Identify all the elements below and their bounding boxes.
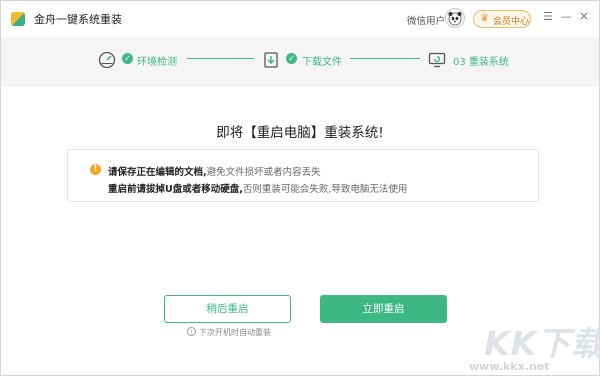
download-icon	[264, 52, 278, 68]
step-1-label: 环境检测	[137, 57, 177, 68]
notice-line-2-bold: 重启前请拔掉U盘或者移动硬盘,	[108, 184, 243, 195]
warning-icon: !	[90, 164, 101, 175]
avatar[interactable]	[445, 8, 465, 28]
app-title: 金舟一键系统重装	[34, 13, 122, 26]
user-name[interactable]: 微信用户	[407, 13, 445, 27]
step-3-label: 03 重装系统	[453, 57, 509, 68]
title-bar: 金舟一键系统重装 微信用户 ♛ 会员中心 ☰ — ✕	[1, 1, 599, 37]
step-1-check-icon: ✓	[122, 53, 133, 64]
hamburger-icon[interactable]: ☰	[541, 10, 555, 23]
app-logo-icon	[11, 12, 25, 26]
watermark-url: www.kkx.net	[469, 360, 550, 373]
notice-line-1-rest: 避免文件损坏或者内容丢失	[206, 167, 321, 178]
notice-line-1-bold: 请保存正在编辑的文档,	[108, 167, 207, 178]
monitor-icon	[428, 52, 446, 68]
notice-line-2: 重启前请拔掉U盘或者移动硬盘,否则重装可能会失败,导致电脑无法使用	[108, 181, 407, 195]
notice-line-2-rest: 否则重装可能会失败,导致电脑无法使用	[242, 184, 408, 195]
watermark-logo: KK下载	[484, 324, 600, 363]
page-title: 即将【重启电脑】重装系统!	[216, 125, 384, 141]
info-icon: !	[187, 327, 196, 336]
gauge-icon	[98, 51, 116, 69]
step-connector-1	[187, 58, 254, 59]
crown-icon: ♛	[480, 13, 489, 24]
notice-line-1: 请保存正在编辑的文档,避免文件损坏或者内容丢失	[108, 164, 321, 178]
step-connector-2	[350, 58, 420, 59]
auto-reinstall-hint: 下次开机时自动重装	[199, 328, 271, 337]
vip-center-label: 会员中心	[493, 17, 530, 27]
warning-notice: ! 请保存正在编辑的文档,避免文件损坏或者内容丢失 重启前请拔掉U盘或者移动硬盘…	[67, 149, 539, 202]
vip-center-button[interactable]: ♛ 会员中心	[473, 10, 531, 28]
restart-now-button[interactable]: 立即重启	[320, 295, 447, 323]
step-2-check-icon: ✓	[286, 53, 297, 64]
minimize-icon[interactable]: —	[559, 10, 573, 23]
app-window: 金舟一键系统重装 微信用户 ♛ 会员中心 ☰ — ✕ ✓ 环境检测 ✓ 下载文件…	[0, 0, 600, 376]
panda-avatar-icon	[448, 12, 462, 26]
close-icon[interactable]: ✕	[577, 10, 591, 23]
step-2-label: 下载文件	[302, 57, 342, 68]
progress-steps: ✓ 环境检测 ✓ 下载文件 03 重装系统	[1, 37, 599, 87]
restart-later-button[interactable]: 稍后重启	[164, 295, 291, 323]
